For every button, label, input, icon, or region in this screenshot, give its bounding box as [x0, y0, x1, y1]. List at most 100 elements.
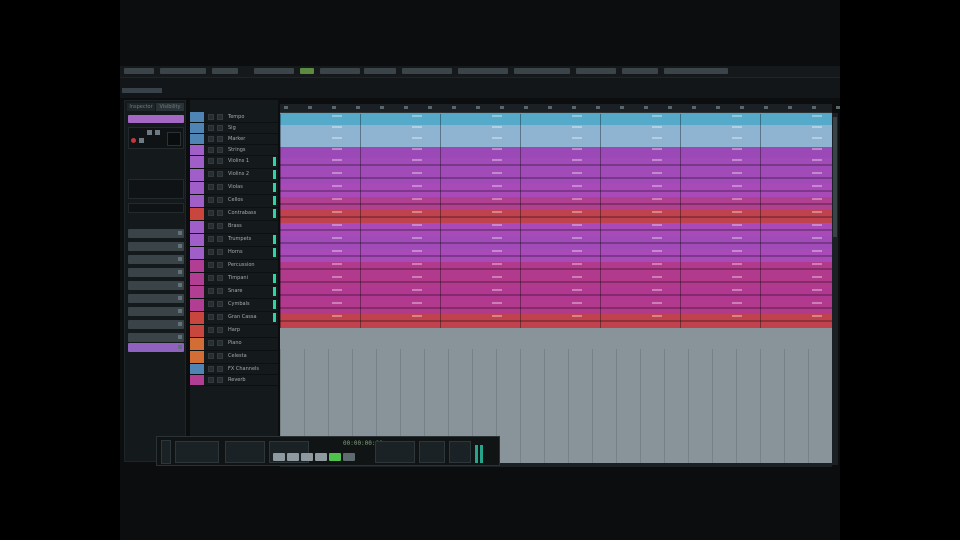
- solo-button[interactable]: [217, 377, 223, 383]
- solo-button[interactable]: [217, 275, 223, 281]
- mute-button[interactable]: [208, 210, 214, 216]
- arrangement-lane[interactable]: [280, 249, 832, 263]
- menu-edit[interactable]: [160, 68, 206, 74]
- selected-track-name[interactable]: [128, 115, 184, 123]
- solo-button[interactable]: [217, 223, 223, 229]
- track-row[interactable]: Gran Cassa: [190, 312, 278, 325]
- mute-button[interactable]: [208, 377, 214, 383]
- track-row[interactable]: Timpani: [190, 273, 278, 286]
- arrangement-lane[interactable]: [280, 114, 832, 125]
- arrangement-lane[interactable]: [280, 136, 832, 147]
- inspector-section-9[interactable]: [128, 333, 184, 342]
- track-row[interactable]: Cellos: [190, 195, 278, 208]
- record-icon[interactable]: [131, 138, 136, 143]
- mute-button[interactable]: [208, 327, 214, 333]
- menu-extra-2[interactable]: [622, 68, 658, 74]
- solo-button[interactable]: [217, 158, 223, 164]
- vertical-scrollbar[interactable]: [832, 113, 838, 465]
- track-row[interactable]: Violas: [190, 182, 278, 195]
- track-row[interactable]: Harp: [190, 325, 278, 338]
- track-row[interactable]: Strings: [190, 145, 278, 156]
- arrangement-lane[interactable]: [280, 288, 832, 302]
- inspector-section-7[interactable]: [128, 307, 184, 316]
- menu-extra-1[interactable]: [576, 68, 616, 74]
- track-row[interactable]: FX Channels: [190, 364, 278, 375]
- inspector-section-1[interactable]: [128, 229, 184, 238]
- track-row[interactable]: Cymbals: [190, 299, 278, 312]
- mute-button[interactable]: [208, 249, 214, 255]
- track-row[interactable]: Celesta: [190, 351, 278, 364]
- forward-button[interactable]: [287, 453, 299, 461]
- solo-button[interactable]: [217, 136, 223, 142]
- mute-button[interactable]: [208, 353, 214, 359]
- arrangement-lane[interactable]: [280, 223, 832, 237]
- solo-button[interactable]: [217, 327, 223, 333]
- mute-button[interactable]: [208, 340, 214, 346]
- input-routing[interactable]: [128, 203, 184, 213]
- inspector-section-6[interactable]: [128, 294, 184, 303]
- timeline-ruler[interactable]: [280, 104, 840, 113]
- mute-button[interactable]: [208, 184, 214, 190]
- play-icon[interactable]: [329, 453, 341, 461]
- transport-markers[interactable]: [419, 441, 445, 463]
- menu-transport[interactable]: [364, 68, 396, 74]
- mute-button[interactable]: [208, 275, 214, 281]
- track-row[interactable]: Contrabass: [190, 208, 278, 221]
- arrangement-lane[interactable]: [280, 314, 832, 328]
- solo-button[interactable]: [217, 125, 223, 131]
- track-row[interactable]: Horns: [190, 247, 278, 260]
- arrangement-lane[interactable]: [280, 236, 832, 250]
- arrangement-lane[interactable]: [280, 125, 832, 136]
- track-row[interactable]: Reverb: [190, 375, 278, 386]
- solo-button[interactable]: [217, 301, 223, 307]
- inspector-section-10[interactable]: [128, 343, 184, 352]
- track-row[interactable]: Piano: [190, 338, 278, 351]
- solo-button[interactable]: [217, 210, 223, 216]
- arrangement-lane[interactable]: [280, 184, 832, 198]
- solo-button[interactable]: [217, 184, 223, 190]
- inspector-section-2[interactable]: [128, 242, 184, 251]
- menu-devices[interactable]: [402, 68, 452, 74]
- transport-right-locator[interactable]: [375, 441, 415, 463]
- arrangement-area[interactable]: [280, 113, 832, 465]
- inspector-section-4[interactable]: [128, 268, 184, 277]
- arrangement-lane[interactable]: [280, 301, 832, 315]
- arrangement-lane[interactable]: [280, 275, 832, 289]
- mute-button[interactable]: [208, 262, 214, 268]
- inspector-tab[interactable]: Inspector: [127, 103, 155, 111]
- solo-button[interactable]: [217, 366, 223, 372]
- solo-button[interactable]: [217, 314, 223, 320]
- menu-file[interactable]: [124, 68, 154, 74]
- speaker-icon[interactable]: [139, 138, 144, 143]
- mute-button[interactable]: [208, 366, 214, 372]
- track-row[interactable]: Percussion: [190, 260, 278, 273]
- track-row[interactable]: Brass: [190, 221, 278, 234]
- track-row[interactable]: Tempo: [190, 112, 278, 123]
- menu-extra-3[interactable]: [664, 68, 728, 74]
- mute-icon[interactable]: [147, 130, 152, 135]
- track-row[interactable]: Snare: [190, 286, 278, 299]
- track-row[interactable]: Marker: [190, 134, 278, 145]
- mute-button[interactable]: [208, 136, 214, 142]
- mute-button[interactable]: [208, 147, 214, 153]
- track-row[interactable]: Violins 2: [190, 169, 278, 182]
- solo-button[interactable]: [217, 197, 223, 203]
- mute-button[interactable]: [208, 301, 214, 307]
- solo-button[interactable]: [217, 262, 223, 268]
- menu-project[interactable]: [212, 68, 238, 74]
- arrangement-lane[interactable]: [280, 197, 832, 211]
- arrangement-lane[interactable]: [280, 171, 832, 185]
- arrangement-lane[interactable]: [280, 158, 832, 172]
- mute-button[interactable]: [208, 314, 214, 320]
- arrangement-lane[interactable]: [280, 210, 832, 224]
- track-row[interactable]: Sig: [190, 123, 278, 134]
- menu-help[interactable]: [514, 68, 570, 74]
- visibility-tab[interactable]: Visibility: [156, 103, 184, 111]
- mute-button[interactable]: [208, 171, 214, 177]
- solo-button[interactable]: [217, 249, 223, 255]
- inspector-section-8[interactable]: [128, 320, 184, 329]
- solo-icon[interactable]: [155, 130, 160, 135]
- mute-button[interactable]: [208, 114, 214, 120]
- solo-button[interactable]: [217, 288, 223, 294]
- menu-window[interactable]: [458, 68, 508, 74]
